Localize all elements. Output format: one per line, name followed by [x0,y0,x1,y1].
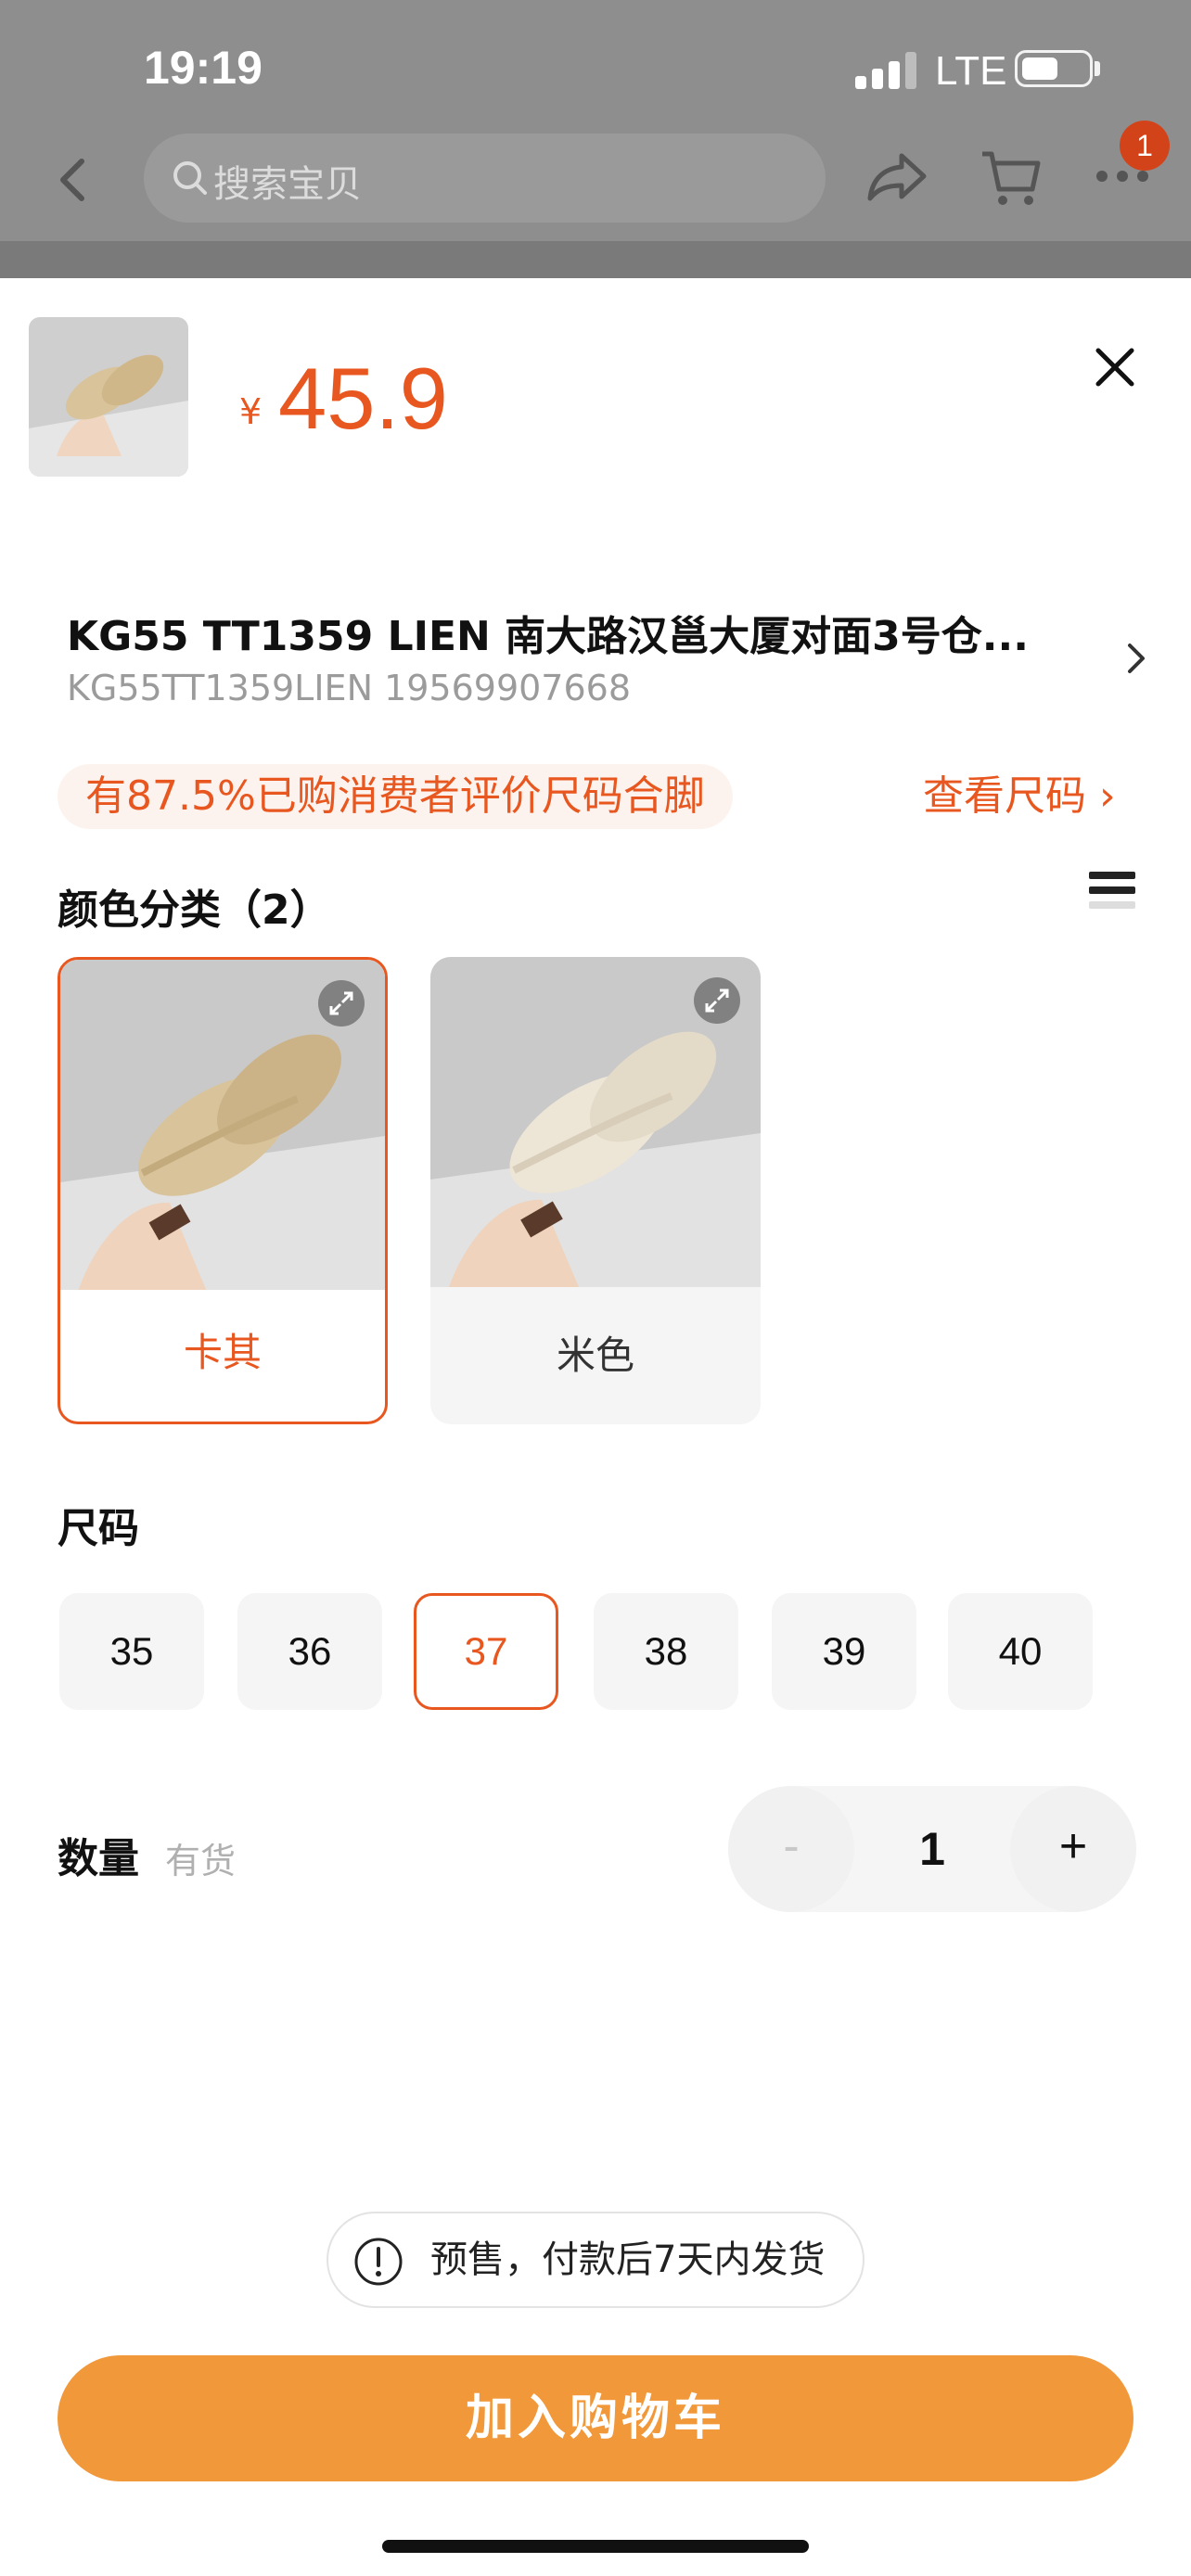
chevron-right-icon[interactable] [1122,640,1150,677]
view-size-chart-link[interactable]: 查看尺码 › [923,764,1116,829]
search-placeholder: 搜索宝贝 [213,163,362,206]
battery-tip-icon [1095,61,1100,76]
color-option-beige[interactable]: 米色 [430,957,761,1424]
size-option-36[interactable]: 36 [237,1593,382,1710]
store-name[interactable]: KG55 TT1359 LIEN 南大路汉邕大厦对面3号仓... [67,603,1069,662]
list-view-icon[interactable] [1089,872,1135,916]
color-option-khaki[interactable]: 卡其 [58,957,388,1424]
size-section-title: 尺码 [58,1505,139,1552]
sku-selection-sheet: ¥ 45.9 KG55 TT1359 LIEN 南大路汉邕大厦对面3号仓... … [0,278,1191,2576]
signal-icon [855,52,920,89]
notification-badge: 1 [1120,121,1170,171]
stock-status: 有货 [165,1841,237,1881]
info-icon [354,2238,403,2286]
quantity-label: 数量 [58,1835,139,1882]
currency-symbol: ¥ [239,391,263,432]
nav-divider [0,241,1191,278]
store-code: KG55TT1359LIEN 19569907668 [67,668,632,708]
quantity-value[interactable]: 1 [854,1786,1010,1912]
expand-icon[interactable] [694,977,740,1024]
size-fit-tip: 有87.5%已购消费者评价尺码合脚 [58,764,733,829]
decrease-quantity-button[interactable]: - [728,1786,854,1912]
price: 45.9 [278,350,448,447]
status-time: 19:19 [144,42,263,94]
size-option-35[interactable]: 35 [59,1593,204,1710]
back-icon[interactable] [46,152,102,208]
presale-notice: 预售，付款后7天内发货 [327,2212,864,2308]
quantity-stepper: - 1 + [728,1786,1136,1912]
close-icon[interactable] [1091,343,1139,391]
add-to-cart-button[interactable]: 加入购物车 [58,2355,1133,2481]
expand-icon[interactable] [318,980,365,1027]
home-indicator[interactable] [382,2540,809,2553]
dimmed-product-page: 19:19 LTE 搜索宝贝 1 [0,0,1191,278]
color-option-label: 米色 [556,1333,634,1378]
size-option-38[interactable]: 38 [594,1593,738,1710]
status-bar: 19:19 LTE [0,0,1191,130]
top-nav: 搜索宝贝 [0,130,1191,241]
share-icon[interactable] [864,148,929,204]
cart-icon[interactable] [979,147,1044,211]
size-option-39[interactable]: 39 [772,1593,916,1710]
color-option-label: 卡其 [183,1330,262,1375]
product-thumbnail[interactable] [29,317,188,477]
battery-icon [1015,50,1093,87]
network-type: LTE [935,48,1007,94]
size-option-40[interactable]: 40 [948,1593,1093,1710]
search-icon [173,161,207,195]
increase-quantity-button[interactable]: + [1010,1786,1136,1912]
size-option-37[interactable]: 37 [414,1593,558,1710]
color-section-title: 颜色分类（2） [58,886,331,934]
presale-notice-text: 预售，付款后7天内发货 [430,2238,826,2281]
search-input[interactable]: 搜索宝贝 [144,134,826,223]
